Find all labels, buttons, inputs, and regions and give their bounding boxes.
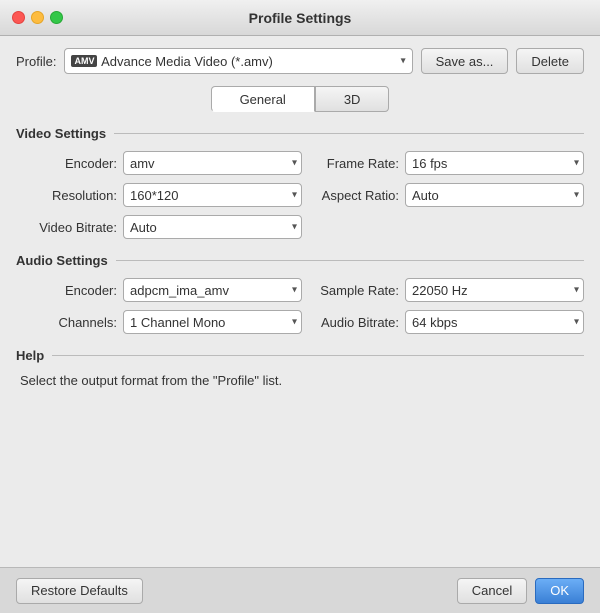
audio-encoder-row: Encoder: adpcm_ima_amv — [32, 278, 302, 302]
tabs-row: General 3D — [16, 86, 584, 112]
audio-encoder-select[interactable]: adpcm_ima_amv — [123, 278, 302, 302]
profile-dropdown[interactable]: AMV Advance Media Video (*.amv) ▾ — [64, 48, 412, 74]
traffic-lights — [12, 11, 63, 24]
delete-button[interactable]: Delete — [516, 48, 584, 74]
minimize-button[interactable] — [31, 11, 44, 24]
resolution-label: Resolution: — [32, 188, 117, 203]
save-as-button[interactable]: Save as... — [421, 48, 509, 74]
help-title: Help — [16, 348, 44, 363]
maximize-button[interactable] — [50, 11, 63, 24]
chevron-down-icon: ▾ — [401, 56, 406, 67]
video-settings-title: Video Settings — [16, 126, 106, 141]
audio-settings-title: Audio Settings — [16, 253, 108, 268]
footer: Restore Defaults Cancel OK — [0, 567, 600, 613]
profile-row: Profile: AMV Advance Media Video (*.amv)… — [16, 48, 584, 74]
video-encoder-label: Encoder: — [32, 156, 117, 171]
help-section: Help Select the output format from the "… — [16, 348, 584, 388]
frame-rate-select[interactable]: 16 fps 24 fps 30 fps — [405, 151, 584, 175]
aspect-ratio-row: Aspect Ratio: Auto 4:3 16:9 — [314, 183, 584, 207]
sample-rate-label: Sample Rate: — [314, 283, 399, 298]
resolution-row: Resolution: 160*120 320*240 — [32, 183, 302, 207]
video-section-line — [114, 133, 584, 134]
tab-general[interactable]: General — [211, 86, 315, 112]
empty-cell — [314, 215, 584, 239]
frame-rate-label: Frame Rate: — [314, 156, 399, 171]
aspect-ratio-label: Aspect Ratio: — [314, 188, 399, 203]
window-title: Profile Settings — [249, 10, 352, 26]
sample-rate-row: Sample Rate: 22050 Hz 44100 Hz — [314, 278, 584, 302]
resolution-select[interactable]: 160*120 320*240 — [123, 183, 302, 207]
audio-settings-header: Audio Settings — [16, 253, 584, 268]
ok-button[interactable]: OK — [535, 578, 584, 604]
sample-rate-select-wrap: 22050 Hz 44100 Hz — [405, 278, 584, 302]
audio-settings-grid: Encoder: adpcm_ima_amv Sample Rate: 2205… — [16, 278, 584, 334]
channels-select[interactable]: 1 Channel Mono 2 Channel Stereo — [123, 310, 302, 334]
restore-defaults-button[interactable]: Restore Defaults — [16, 578, 143, 604]
amv-badge: AMV — [71, 55, 97, 67]
sample-rate-select[interactable]: 22050 Hz 44100 Hz — [405, 278, 584, 302]
video-bitrate-select-wrap: Auto 128 kbps — [123, 215, 302, 239]
video-settings-section: Video Settings Encoder: amv Frame Rate: … — [16, 126, 584, 239]
audio-settings-section: Audio Settings Encoder: adpcm_ima_amv Sa… — [16, 253, 584, 334]
video-bitrate-select[interactable]: Auto 128 kbps — [123, 215, 302, 239]
channels-row: Channels: 1 Channel Mono 2 Channel Stere… — [32, 310, 302, 334]
audio-bitrate-row: Audio Bitrate: 64 kbps 128 kbps — [314, 310, 584, 334]
frame-rate-select-wrap: 16 fps 24 fps 30 fps — [405, 151, 584, 175]
audio-bitrate-select-wrap: 64 kbps 128 kbps — [405, 310, 584, 334]
audio-section-line — [116, 260, 584, 261]
main-content: Profile: AMV Advance Media Video (*.amv)… — [0, 36, 600, 567]
video-settings-header: Video Settings — [16, 126, 584, 141]
channels-label: Channels: — [32, 315, 117, 330]
resolution-select-wrap: 160*120 320*240 — [123, 183, 302, 207]
frame-rate-row: Frame Rate: 16 fps 24 fps 30 fps — [314, 151, 584, 175]
channels-select-wrap: 1 Channel Mono 2 Channel Stereo — [123, 310, 302, 334]
video-settings-grid: Encoder: amv Frame Rate: 16 fps 24 fps 3… — [16, 151, 584, 239]
cancel-button[interactable]: Cancel — [457, 578, 527, 604]
aspect-ratio-select[interactable]: Auto 4:3 16:9 — [405, 183, 584, 207]
audio-bitrate-label: Audio Bitrate: — [314, 315, 399, 330]
video-encoder-select-wrap: amv — [123, 151, 302, 175]
audio-encoder-select-wrap: adpcm_ima_amv — [123, 278, 302, 302]
title-bar: Profile Settings — [0, 0, 600, 36]
audio-encoder-label: Encoder: — [32, 283, 117, 298]
video-bitrate-label: Video Bitrate: — [32, 220, 117, 235]
help-section-line — [52, 355, 584, 356]
video-encoder-row: Encoder: amv — [32, 151, 302, 175]
footer-right-buttons: Cancel OK — [457, 578, 584, 604]
help-text: Select the output format from the "Profi… — [16, 373, 584, 388]
help-header: Help — [16, 348, 584, 363]
video-encoder-select[interactable]: amv — [123, 151, 302, 175]
tab-3d[interactable]: 3D — [315, 86, 390, 112]
profile-label: Profile: — [16, 54, 56, 69]
audio-bitrate-select[interactable]: 64 kbps 128 kbps — [405, 310, 584, 334]
aspect-ratio-select-wrap: Auto 4:3 16:9 — [405, 183, 584, 207]
close-button[interactable] — [12, 11, 25, 24]
video-bitrate-row: Video Bitrate: Auto 128 kbps — [32, 215, 302, 239]
profile-selected-value: Advance Media Video (*.amv) — [101, 54, 273, 69]
